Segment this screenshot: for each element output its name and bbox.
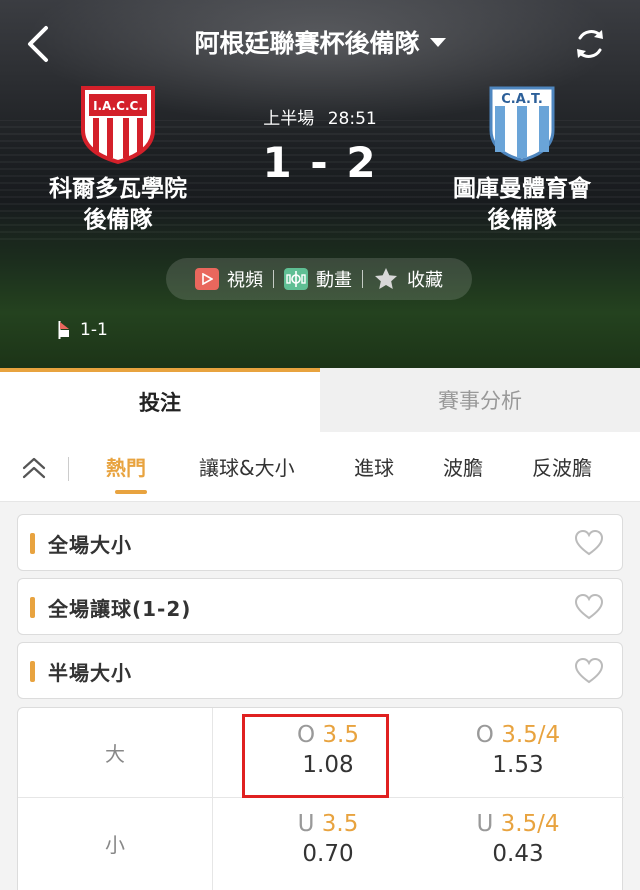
animation-button[interactable]: 動畫	[274, 266, 362, 292]
sub-tab-divider	[68, 457, 69, 481]
under-row-label: 小	[105, 833, 125, 857]
subtab-correct-score[interactable]: 波膽	[443, 452, 483, 481]
odds-price: 0.43	[492, 841, 544, 867]
match-status: 上半場 28:51	[0, 104, 640, 129]
main-tabs: 投注 賽事分析	[0, 368, 640, 432]
caret-down-icon	[429, 37, 446, 47]
market-name: 全場讓球(1-2)	[48, 597, 192, 621]
odds-prefix: U	[476, 811, 494, 837]
corner-score: 1-1	[80, 320, 108, 340]
market-fulltime-handicap[interactable]: 全場讓球(1-2)	[17, 578, 623, 635]
odds-price: 1.53	[492, 752, 544, 778]
media-bar: 視頻 動畫 收藏	[166, 258, 472, 300]
market-accent-bar	[30, 533, 35, 554]
odds-cell-under-1[interactable]: U 3.5 0.70	[233, 811, 423, 867]
column-divider	[212, 708, 213, 890]
odds-cell-over-2[interactable]: O 3.5/4 1.53	[423, 722, 613, 778]
collapse-all-icon[interactable]	[20, 454, 48, 482]
odds-line: 3.5	[322, 722, 359, 748]
subtab-handicap-over-under[interactable]: 讓球&大小	[199, 452, 295, 481]
match-period: 上半場	[263, 109, 315, 129]
heart-icon[interactable]	[574, 657, 604, 685]
video-play-icon	[195, 268, 219, 290]
tab-bet[interactable]: 投注	[0, 368, 320, 432]
tab-match-analysis[interactable]: 賽事分析	[320, 368, 640, 432]
pitch-animation-icon	[284, 268, 308, 290]
favorite-label: 收藏	[407, 270, 443, 291]
star-icon	[375, 268, 397, 289]
corner-flag-icon	[58, 321, 69, 339]
market-halftime-over-under[interactable]: 半場大小	[17, 642, 623, 699]
odds-line: 3.5	[321, 811, 359, 837]
odds-cell-under-2[interactable]: U 3.5/4 0.43	[423, 811, 613, 867]
market-accent-bar	[30, 597, 35, 618]
heart-icon[interactable]	[574, 593, 604, 621]
odds-price: 0.70	[302, 841, 354, 867]
odds-table: 大 小 O 3.5 1.08 O 3.5/4 1.53 U 3.5 0.70 U…	[17, 707, 624, 890]
market-accent-bar	[30, 661, 35, 682]
row-divider	[18, 797, 624, 798]
match-header: 阿根廷聯賽杯後備隊 I.A.C.C. 科爾多瓦學院 後備隊 C.A.T. 圖庫曼…	[0, 0, 640, 368]
odds-prefix: U	[297, 811, 315, 837]
away-team-name-line2: 後備隊	[487, 207, 557, 233]
league-title: 阿根廷聯賽杯後備隊	[194, 29, 420, 58]
odds-line: 3.5/4	[500, 811, 560, 837]
odds-prefix: O	[297, 722, 316, 748]
favorite-button[interactable]: 收藏	[363, 266, 453, 292]
video-label: 視頻	[227, 270, 263, 291]
odds-prefix: O	[475, 722, 494, 748]
animation-label: 動畫	[316, 270, 352, 291]
refresh-icon[interactable]	[572, 26, 608, 62]
video-button[interactable]: 視頻	[185, 266, 273, 292]
corner-count: 1-1	[58, 320, 108, 340]
subtab-goals[interactable]: 進球	[354, 452, 394, 481]
odds-line: 3.5/4	[501, 722, 561, 748]
market-category-tabs: 熱門 讓球&大小 進球 波膽 反波膽	[0, 432, 640, 502]
match-score: 1 - 2	[262, 138, 378, 187]
active-tab-indicator	[115, 490, 147, 494]
market-name: 半場大小	[48, 661, 132, 685]
subtab-hot[interactable]: 熱門	[106, 452, 146, 481]
market-fulltime-over-under[interactable]: 全場大小	[17, 514, 623, 571]
subtab-anti-correct-score[interactable]: 反波膽	[532, 452, 592, 481]
heart-icon[interactable]	[574, 529, 604, 557]
home-team-name-line2: 後備隊	[83, 207, 153, 233]
league-selector[interactable]: 阿根廷聯賽杯後備隊	[194, 24, 446, 60]
over-row-label: 大	[105, 742, 125, 766]
odds-price: 1.08	[302, 752, 354, 778]
market-name: 全場大小	[48, 533, 132, 557]
match-clock: 28:51	[327, 109, 377, 129]
odds-cell-over-1[interactable]: O 3.5 1.08	[233, 722, 423, 778]
